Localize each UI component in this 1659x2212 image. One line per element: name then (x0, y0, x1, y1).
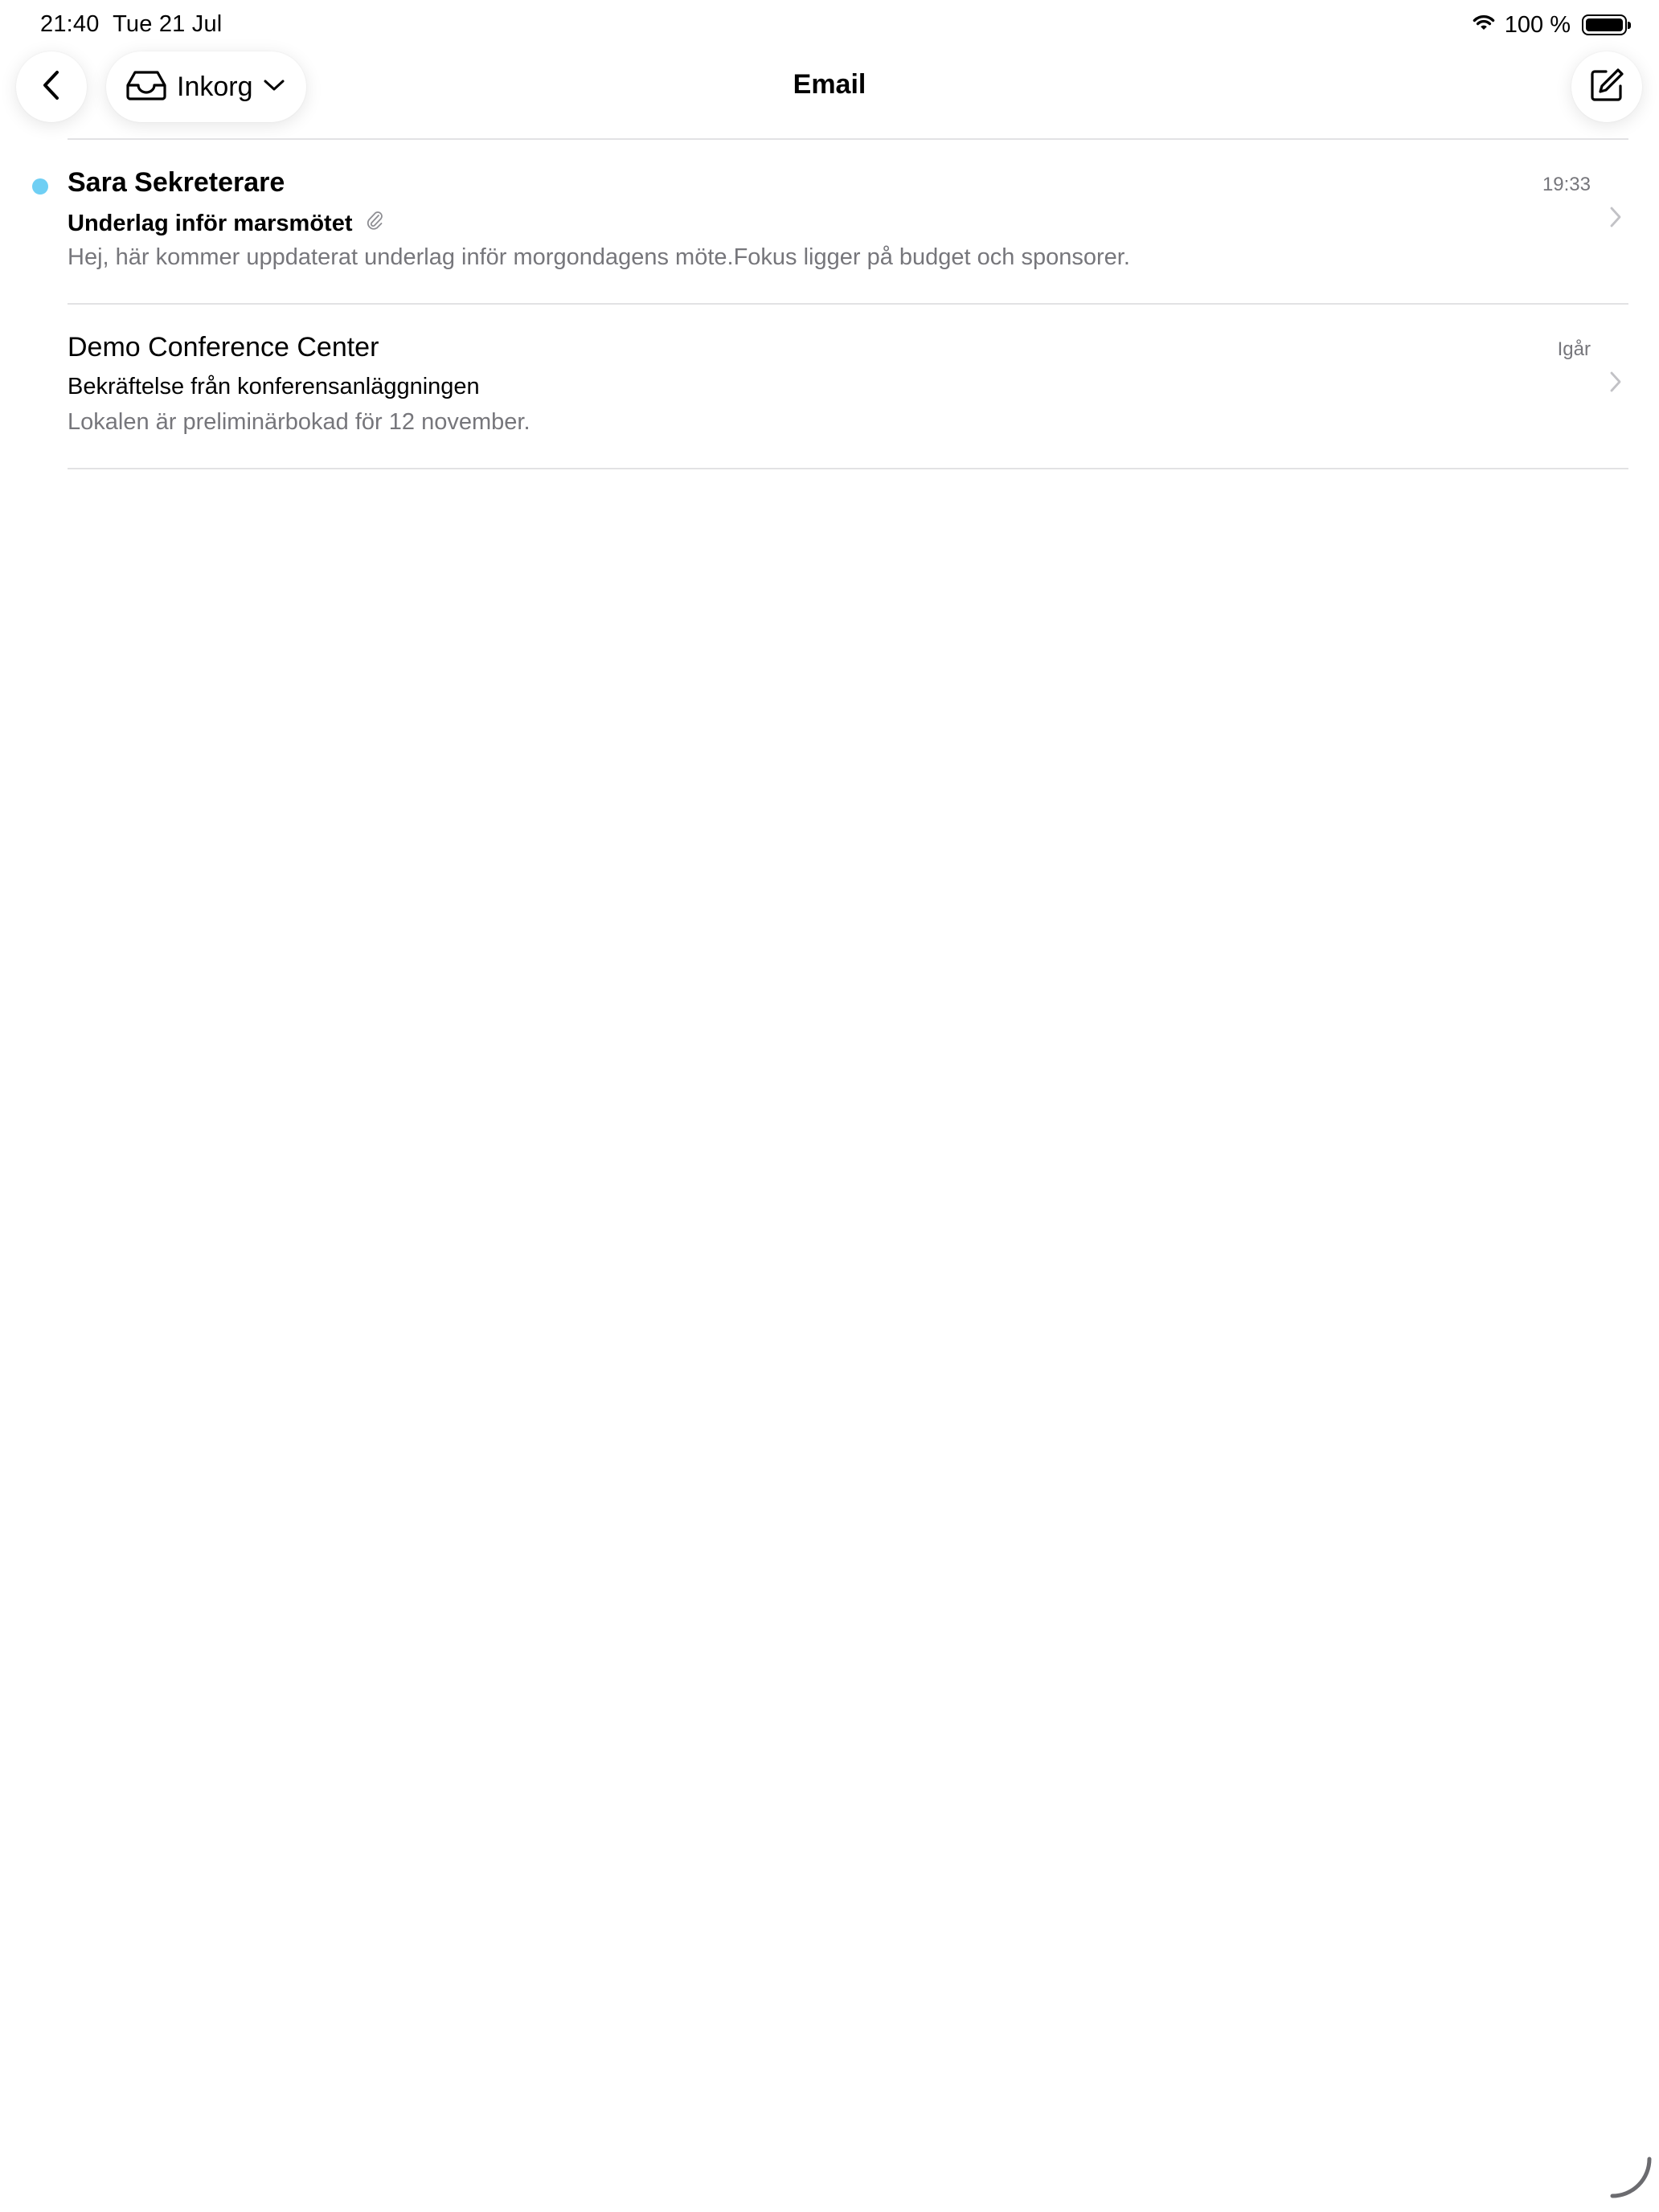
battery-icon (1582, 14, 1631, 35)
mail-list-item[interactable]: Sara Sekreterare Underlag inför marsmöte… (0, 140, 1659, 305)
paperclip-icon (366, 209, 383, 238)
mail-preview: Lokalen är preliminärbokad för 12 novemb… (68, 409, 530, 435)
page-title: Email (793, 69, 866, 100)
chevron-right-icon (1609, 206, 1622, 232)
mail-time: Igår (1557, 338, 1591, 360)
row-divider (68, 468, 1628, 469)
chevron-right-icon (1609, 371, 1622, 397)
mail-subject-line: Bekräftelse från konferensanläggningen (68, 374, 480, 400)
status-date: Tue 21 Jul (113, 11, 223, 37)
battery-percent: 100 % (1504, 11, 1571, 38)
unread-indicator (32, 178, 48, 195)
compose-button[interactable] (1571, 51, 1642, 122)
mail-time: 19:33 (1542, 174, 1591, 195)
mail-sender: Sara Sekreterare (68, 167, 285, 198)
wifi-icon (1471, 12, 1497, 39)
status-time-date: 21:40 Tue 21 Jul (40, 11, 222, 38)
status-bar: 21:40 Tue 21 Jul 100 % (0, 0, 1659, 51)
navigation-bar: Inkorg Email (0, 51, 1659, 138)
status-indicators: 100 % (1471, 11, 1631, 39)
mail-subject: Underlag inför marsmötet (68, 210, 353, 236)
compose-icon (1588, 67, 1625, 108)
status-time: 21:40 (40, 11, 100, 37)
mail-list: Sara Sekreterare Underlag inför marsmöte… (0, 140, 1659, 469)
mail-list-item[interactable]: Demo Conference Center Bekräftelse från … (0, 305, 1659, 469)
mail-preview: Hej, här kommer uppdaterat underlag infö… (68, 244, 1130, 270)
mail-subject: Bekräftelse från konferensanläggningen (68, 374, 480, 399)
mail-subject-line: Underlag inför marsmötet (68, 209, 383, 238)
mail-sender: Demo Conference Center (68, 332, 379, 363)
corner-arc-icon (1608, 2154, 1653, 2203)
